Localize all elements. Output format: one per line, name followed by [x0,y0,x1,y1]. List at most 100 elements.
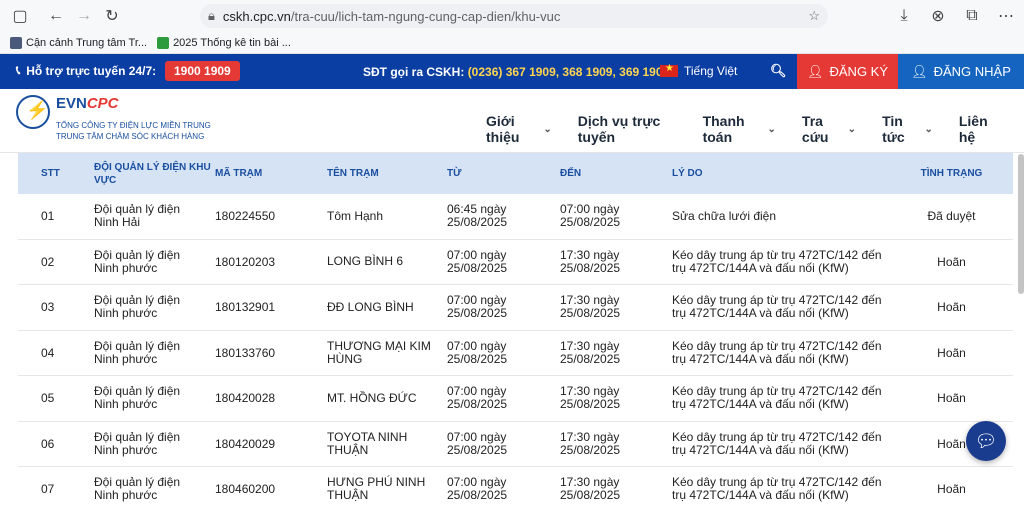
extensions-icon[interactable]: ⧉ [958,2,986,30]
cell-ma-tram-line: 180133760 [215,345,276,360]
bookmark-item[interactable]: 2025 Thống kê tin bài ... [157,36,291,49]
cell-doi-line: Ninh phước [94,260,158,275]
cell-tu-line: 25/08/2025 [447,397,508,412]
col-stt: STT [41,168,60,179]
chevron-down-icon: ⌄ [767,123,776,135]
cskh-label: SĐT gọi ra CSKH: [363,65,465,79]
register-button[interactable]: 👤︎ ĐĂNG KÝ [797,54,898,89]
cell-ten-tram-line: ĐĐ LONG BÌNH [327,299,414,314]
cell-den: 17:30 ngày 25/08/2025 [560,430,672,457]
nav-item[interactable]: Giới thiệu ⌄ [486,113,552,145]
table-row: 04 Đội quản lý điện Ninh phước 180133760 THƯ… [18,331,1013,376]
cell-ten-tram: THƯƠNG MẠI KIM HÙNG [327,339,447,366]
cell-ma-tram: 180224550 [215,209,327,223]
cell-tu-line: 25/08/2025 [447,351,508,366]
nav-item[interactable]: Tra cứu ⌄ [802,113,856,145]
chevron-down-icon: ⌄ [543,123,552,135]
cell-ly-do: Kéo dây trung áp từ trụ 472TC/142 đến trụ… [672,248,892,275]
language-selector[interactable]: Tiếng Việt [660,63,737,78]
menu-icon[interactable]: ⋯ [992,2,1020,30]
cell-den: 17:30 ngày 25/08/2025 [560,338,672,366]
logo-subtitle: TỔNG CÔNG TY ĐIỆN LỰC MIỀN TRUNG TRUNG T… [56,120,211,142]
cell-ten-tram: LONG BÌNH 6 [327,255,447,268]
download-icon[interactable]: ⤓ [890,2,918,30]
tab-actions-icon[interactable]: ▢ [6,2,34,30]
cell-ly-do: Kéo dây trung áp từ trụ 472TC/142 đến trụ… [672,294,892,320]
login-button[interactable]: 👤︎ ĐĂNG NHẬP [898,54,1024,89]
col-ma-tram: MÃ TRẠM [215,168,263,179]
cell-den-line: 25/08/2025 [560,488,621,503]
table-row: 05 Đội quản lý điện Ninh phước 180420028 MT.… [18,376,1013,422]
cell-ly-do-line: trụ 472TC/144A và đấu nối (KfW) [672,260,849,275]
close-circle-icon[interactable]: ⊗ [924,2,952,30]
col-ly-do: LÝ DO [672,168,703,179]
cell-stt: 01 [18,209,94,223]
cell-tu-line: 25/08/2025 [447,488,508,503]
cell-den-line: 25/08/2025 [560,260,621,275]
address-bar[interactable]: 🔒︎ cskh.cpc.vn/tra-cuu/lich-tam-ngung-cu… [200,4,828,28]
hotline-badge[interactable]: 1900 1909 [165,61,240,81]
nav-item[interactable]: Dịch vụ trực tuyến [578,113,677,145]
cell-tu: 07:00 ngày 25/08/2025 [447,294,560,320]
user-icon: 👤︎ [911,63,928,79]
cell-den-line: 25/08/2025 [560,215,621,230]
cell-tinh-trang-line: Hoãn [937,391,966,406]
evncpc-logo[interactable]: EVNCPC TỔNG CÔNG TY ĐIỆN LỰC MIỀN TRUNG … [16,95,211,142]
cell-tinh-trang: Hoãn [892,300,1011,314]
vietnam-flag-icon [660,63,678,77]
support-info: 📞︎ Hỗ trợ trực tuyến 24/7: [16,63,156,78]
col-tinh-trang: TÌNH TRẠNG [920,168,983,179]
table-row: 06 Đội quản lý điện Ninh phước 180420029 TOY… [18,422,1013,467]
cell-den: 17:30 ngày 25/08/2025 [560,385,672,411]
cell-stt-line: 03 [41,300,55,315]
bookmark-label: Cận cảnh Trung tâm Tr... [26,36,148,49]
login-label: ĐĂNG NHẬP [933,64,1011,79]
top-support-bar: 📞︎ Hỗ trợ trực tuyến 24/7: 1900 1909 SĐT… [0,54,1024,89]
cell-doi-line: Ninh phước [94,442,158,457]
back-icon[interactable]: ← [42,2,70,30]
cell-ly-do-line: trụ 472TC/144A và đấu nối (KfW) [672,397,849,412]
nav-item[interactable]: Thanh toán ⌄ [703,113,776,145]
nav-item[interactable]: Liên hệ [959,113,998,145]
cell-stt: 03 [18,300,94,314]
cell-doi: Đội quản lý điện Ninh phước [94,294,215,320]
bookmark-star-icon[interactable]: ☆ [808,8,820,24]
cell-ly-do-line: trụ 472TC/144A và đấu nối (KfW) [672,351,849,366]
brand-cpc: CPC [86,95,119,112]
search-icon[interactable]: 🔍︎ [770,63,787,79]
cell-doi-line: Ninh phước [94,397,158,412]
cell-doi: Đội quản lý điện Ninh phước [94,339,215,366]
cell-tu: 07:00 ngày 25/08/2025 [447,385,560,411]
site-info-icon[interactable]: 🔒︎ [208,8,215,24]
cell-ly-do-line: trụ 472TC/144A và đấu nối (KfW) [672,442,849,457]
cell-tu: 06:45 ngày 25/08/2025 [447,203,560,229]
chat-support-icon[interactable]: 💬︎ [966,421,1006,461]
cell-den: 07:00 ngày 25/08/2025 [560,203,672,229]
forward-icon[interactable]: → [70,2,98,30]
cell-ly-do-line: trụ 472TC/144A và đấu nối (KfW) [672,306,849,321]
cell-tinh-trang-line: Hoãn [937,345,966,360]
page-scrollbar[interactable] [1018,154,1024,294]
col-ten-tram: TÊN TRẠM [327,168,379,179]
logo-emblem-icon [16,95,50,129]
cell-den-line: 17:30 ngày [560,338,620,353]
nav-label: Liên hệ [958,113,988,145]
logo-brand: EVNCPC [56,95,211,113]
url-path: /tra-cuu/lich-tam-ngung-cung-cap-dien/kh… [290,8,561,24]
cell-stt-line: 07 [41,482,55,497]
cell-ma-tram-line: 180460200 [215,482,276,497]
reload-icon[interactable]: ↻ [98,2,126,30]
cell-doi-line: Đội quản lý điện [94,429,181,444]
col-tu: TỪ [447,168,462,179]
cell-tu-line: 25/08/2025 [447,306,508,321]
bookmark-label: 2025 Thống kê tin bài ... [173,36,291,49]
cell-tinh-trang-line: Hoãn [937,254,966,269]
nav-item[interactable]: Tin tức ⌄ [882,113,933,145]
nav-label: Tin tức [882,113,905,145]
cell-ma-tram-line: 180132901 [215,300,276,315]
bookmark-item[interactable]: Cận cảnh Trung tâm Tr... [10,36,148,49]
cell-ma-tram: 180460200 [215,482,327,496]
col-doi: ĐỘI QUẢN LÝ ĐIỆN KHU VỰC [94,161,211,186]
cell-den-line: 25/08/2025 [560,397,621,412]
cell-doi-line: Ninh phước [94,306,158,321]
